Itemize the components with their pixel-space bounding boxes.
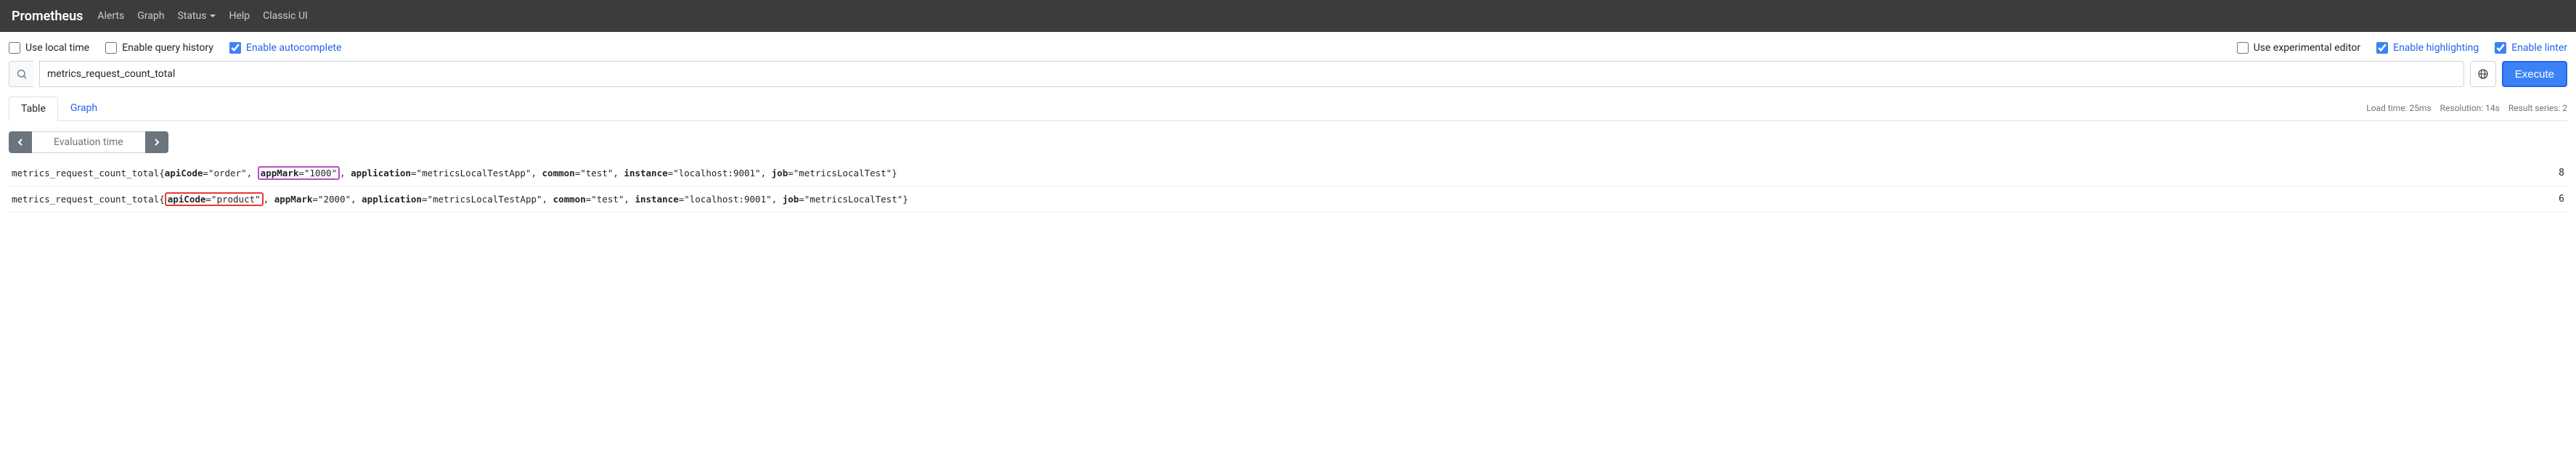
linter-label: Enable linter bbox=[2511, 42, 2567, 54]
meta-load: Load time: 25ms bbox=[2366, 103, 2431, 113]
nav-graph[interactable]: Graph bbox=[137, 10, 164, 22]
linter-toggle[interactable]: Enable linter bbox=[2495, 42, 2567, 54]
highlighting-checkbox[interactable] bbox=[2376, 42, 2388, 54]
local-time-toggle[interactable]: Use local time bbox=[9, 42, 89, 54]
table-row[interactable]: metrics_request_count_total{apiCode="ord… bbox=[9, 160, 2567, 186]
tab-graph[interactable]: Graph bbox=[58, 96, 110, 120]
local-time-checkbox[interactable] bbox=[9, 42, 20, 54]
eval-time-row: Evaluation time bbox=[0, 121, 2576, 160]
highlighting-toggle[interactable]: Enable highlighting bbox=[2376, 42, 2479, 54]
experimental-checkbox[interactable] bbox=[2237, 42, 2249, 54]
execute-button[interactable]: Execute bbox=[2502, 61, 2567, 87]
meta-series: Result series: 2 bbox=[2508, 103, 2567, 113]
search-icon bbox=[9, 61, 33, 87]
results-table: metrics_request_count_total{apiCode="ord… bbox=[9, 160, 2567, 213]
experimental-toggle[interactable]: Use experimental editor bbox=[2237, 42, 2360, 54]
query-history-label: Enable query history bbox=[122, 42, 213, 54]
nav-classic[interactable]: Classic UI bbox=[263, 10, 308, 22]
autocomplete-checkbox[interactable] bbox=[229, 42, 241, 54]
globe-button[interactable] bbox=[2470, 61, 2496, 87]
query-history-toggle[interactable]: Enable query history bbox=[105, 42, 213, 54]
result-series-label: metrics_request_count_total{apiCode="ord… bbox=[12, 166, 2543, 180]
query-history-checkbox[interactable] bbox=[105, 42, 117, 54]
result-series-label: metrics_request_count_total{apiCode="pro… bbox=[12, 192, 2543, 206]
table-row[interactable]: metrics_request_count_total{apiCode="pro… bbox=[9, 186, 2567, 213]
linter-checkbox[interactable] bbox=[2495, 42, 2506, 54]
navbar: Prometheus Alerts Graph Status Help Clas… bbox=[0, 0, 2576, 32]
tabs-row: Table Graph Load time: 25ms Resolution: … bbox=[9, 96, 2567, 121]
eval-next-button[interactable] bbox=[145, 131, 168, 153]
eval-time-input[interactable]: Evaluation time bbox=[32, 131, 145, 153]
highlighting-label: Enable highlighting bbox=[2393, 42, 2479, 54]
eval-prev-button[interactable] bbox=[9, 131, 32, 153]
query-row: metrics_request_count_total Execute bbox=[0, 61, 2576, 93]
result-value: 6 bbox=[2543, 194, 2564, 205]
experimental-label: Use experimental editor bbox=[2254, 42, 2360, 54]
autocomplete-label: Enable autocomplete bbox=[246, 42, 342, 54]
nav-status[interactable]: Status bbox=[177, 10, 216, 22]
nav-help[interactable]: Help bbox=[229, 10, 250, 22]
options-row: Use local time Enable query history Enab… bbox=[0, 32, 2576, 61]
result-meta: Load time: 25ms Resolution: 14s Result s… bbox=[2366, 103, 2567, 113]
local-time-label: Use local time bbox=[25, 42, 89, 54]
meta-resolution: Resolution: 14s bbox=[2440, 103, 2500, 113]
nav-alerts[interactable]: Alerts bbox=[97, 10, 124, 22]
autocomplete-toggle[interactable]: Enable autocomplete bbox=[229, 42, 342, 54]
brand[interactable]: Prometheus bbox=[12, 9, 83, 24]
tab-table[interactable]: Table bbox=[9, 96, 58, 121]
query-input[interactable]: metrics_request_count_total bbox=[39, 61, 2464, 87]
result-value: 8 bbox=[2543, 168, 2564, 178]
